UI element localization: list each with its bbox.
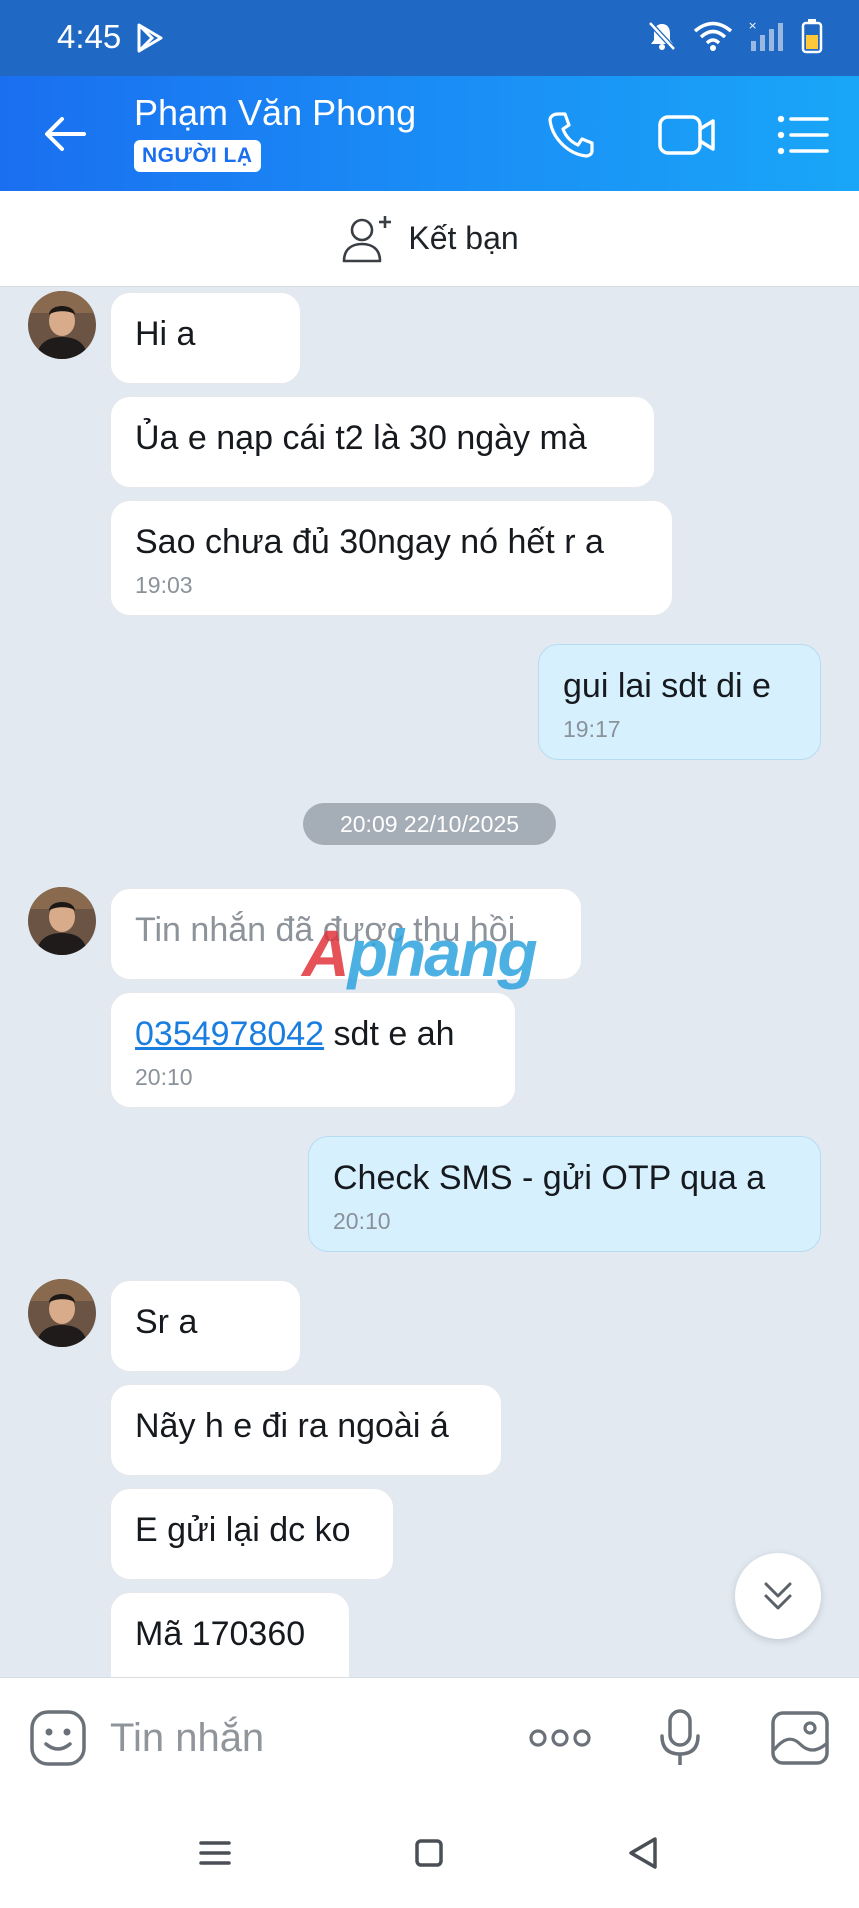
- video-call-button[interactable]: [656, 104, 718, 166]
- add-friend-label: Kết bạn: [408, 220, 519, 256]
- message-bubble[interactable]: Nãy h e đi ra ngoài á: [110, 1384, 502, 1476]
- menu-lines-icon: [199, 1841, 231, 1865]
- svg-text:×: ×: [748, 19, 757, 32]
- voice-call-button[interactable]: [540, 104, 602, 166]
- more-options-button[interactable]: [528, 1706, 592, 1770]
- message-bubble[interactable]: 0354978042 sdt e ah 20:10: [110, 992, 516, 1108]
- message-text: Hi a: [135, 315, 196, 353]
- add-friend-button[interactable]: Kết bạn: [0, 191, 859, 287]
- message-time: 20:10: [135, 1064, 193, 1090]
- message-time: 19:03: [135, 572, 193, 598]
- video-camera-icon: [658, 115, 715, 155]
- sticker-button[interactable]: [26, 1706, 90, 1770]
- contact-avatar[interactable]: [28, 291, 96, 359]
- message-bubble-outgoing[interactable]: gui lai sdt di e 19:17: [538, 644, 821, 760]
- message-list[interactable]: Hi a Ủa e nạp cái t2 là 30 ngày mà Sao c…: [0, 287, 859, 1677]
- phone-number-link[interactable]: 0354978042: [135, 1015, 324, 1053]
- play-store-icon: [137, 23, 163, 53]
- chat-header: Phạm Văn Phong NGƯỜI LẠ: [0, 76, 859, 191]
- sticker-icon: [30, 1710, 86, 1766]
- message-text: Check SMS - gửi OTP qua a: [333, 1159, 766, 1197]
- scroll-to-bottom-button[interactable]: [735, 1553, 821, 1639]
- avatar-photo: [28, 887, 96, 955]
- triangle-back-icon: [629, 1837, 657, 1869]
- message-time: 20:10: [333, 1208, 391, 1234]
- date-divider: 20:09 22/10/2025: [303, 803, 556, 845]
- wifi-icon: [693, 21, 733, 51]
- message-text: Nãy h e đi ra ngoài á: [135, 1407, 449, 1445]
- list-menu-icon: [777, 115, 829, 155]
- signal-icon: ×: [748, 19, 783, 51]
- message-bubble[interactable]: Ủa e nạp cái t2 là 30 ngày mà: [110, 396, 655, 488]
- image-icon: [771, 1711, 829, 1765]
- back-button[interactable]: [36, 104, 96, 164]
- message-bubble[interactable]: Hi a: [110, 292, 301, 384]
- microphone-icon: [660, 1709, 700, 1765]
- message-text: Mã 170360: [135, 1615, 306, 1653]
- message-text: Sr a: [135, 1303, 198, 1341]
- message-text: E gửi lại dc ko: [135, 1511, 351, 1549]
- message-text: sdt e ah: [324, 1015, 455, 1053]
- contact-avatar[interactable]: [28, 887, 96, 955]
- message-bubble-outgoing[interactable]: Check SMS - gửi OTP qua a 20:10: [308, 1136, 821, 1252]
- add-friend-icon: [343, 215, 392, 262]
- message-input[interactable]: [110, 1714, 490, 1762]
- mute-icon: [648, 21, 676, 51]
- chat-options-button[interactable]: [772, 104, 834, 166]
- double-chevron-down-icon: [764, 1582, 792, 1610]
- stranger-badge: NGƯỜI LẠ: [134, 140, 261, 172]
- composer-bar: [0, 1677, 859, 1797]
- phone-icon: [548, 112, 594, 158]
- message-text: Sao chưa đủ 30ngay nó hết r a: [135, 523, 604, 561]
- status-icons: ×: [645, 18, 823, 54]
- recent-apps-button[interactable]: [189, 1827, 241, 1879]
- avatar-photo: [28, 291, 96, 359]
- status-time: 4:45: [57, 18, 122, 55]
- message-bubble[interactable]: Mã 170360: [110, 1592, 350, 1677]
- message-bubble[interactable]: Sr a: [110, 1280, 301, 1372]
- message-text: gui lai sdt di e: [563, 667, 771, 705]
- system-nav-bar: [0, 1797, 859, 1908]
- voice-message-button[interactable]: [648, 1706, 712, 1770]
- message-time: 19:17: [563, 716, 621, 742]
- battery-icon: [801, 19, 823, 54]
- send-image-button[interactable]: [768, 1706, 832, 1770]
- contact-name[interactable]: Phạm Văn Phong: [134, 92, 416, 134]
- system-back-button[interactable]: [617, 1827, 669, 1879]
- contact-avatar[interactable]: [28, 1279, 96, 1347]
- watermark-logo: Aphang: [302, 916, 538, 990]
- message-bubble[interactable]: E gửi lại dc ko: [110, 1488, 394, 1580]
- back-arrow-icon: [45, 117, 86, 151]
- square-icon: [415, 1839, 443, 1867]
- avatar-photo: [28, 1279, 96, 1347]
- home-button[interactable]: [403, 1827, 455, 1879]
- more-horizontal-icon: [529, 1729, 591, 1747]
- message-text: Ủa e nạp cái t2 là 30 ngày mà: [135, 419, 587, 457]
- status-bar: 4:45 ×: [0, 0, 859, 76]
- message-bubble[interactable]: Sao chưa đủ 30ngay nó hết r a 19:03: [110, 500, 673, 616]
